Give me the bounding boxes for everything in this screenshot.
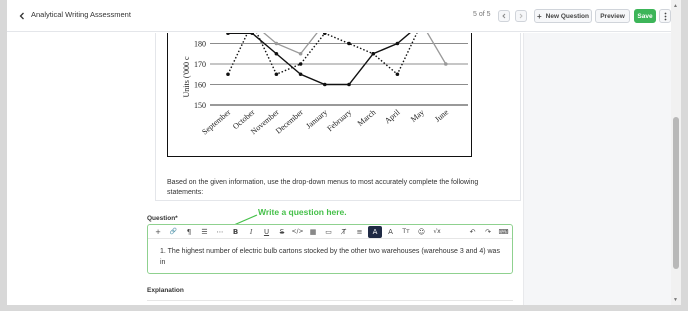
x-tick-label: February [325,108,353,133]
series-1-point [298,62,303,66]
plus-icon: + [536,11,542,21]
question-editor[interactable]: + 🔗 ¶ ☰ ⋯ B I U S </> ▦ ▭ T̸ ≡ A A Tт ☺ √x ↶ ↷ ⌨ 1. The highe… [147,224,513,274]
emoji-icon[interactable]: ☺ [415,226,429,238]
series-0-point [226,33,230,36]
series-line-2 [262,33,447,65]
series-0-point [347,82,351,87]
annotation-text: Write a question here. [258,207,347,217]
series-1-point [323,33,327,36]
series-2-point [274,41,279,46]
align-icon[interactable]: ≡ [353,226,367,238]
math-icon[interactable]: √x [430,226,444,238]
question-text[interactable]: 1. The highest number of electric bulb c… [160,246,500,268]
strikethrough-icon[interactable]: S [275,226,289,238]
new-question-label: New Question [545,12,589,20]
table-icon[interactable]: ▦ [306,226,320,238]
paragraph-icon[interactable]: ¶ [182,226,196,238]
more-options-button[interactable] [659,9,671,23]
clear-format-icon[interactable]: T̸ [337,226,351,238]
undo-icon[interactable]: ↶ [466,226,480,238]
series-1-point [395,72,400,77]
series-0-point [323,82,327,87]
x-tick-label: April [383,107,402,125]
x-tick-label: September [200,107,232,136]
series-line-0 [228,33,411,86]
preview-button[interactable]: Preview [595,9,630,23]
page-title: Analytical Writing Assessment [31,10,131,19]
chevron-left-icon [502,13,506,19]
x-tick-label: May [409,108,426,124]
new-question-button[interactable]: + New Question [534,9,592,23]
y-tick-label: 150 [194,101,206,110]
y-tick-label: 170 [194,60,206,69]
highlight-icon[interactable]: A [368,225,382,238]
series-1-point [226,72,230,77]
redo-icon[interactable]: ↷ [481,226,495,238]
underline-icon[interactable]: U [260,226,274,238]
link-icon[interactable]: 🔗 [167,226,181,238]
chart: Units ('000 c 150 160 170 180 September Octo… [167,33,472,157]
italic-icon[interactable]: I [244,226,258,238]
save-button[interactable]: Save [634,9,656,23]
chevron-right-icon [519,13,523,19]
back-button[interactable] [16,10,28,22]
prev-button[interactable] [498,10,510,22]
keyboard-icon[interactable]: ⌨ [497,226,511,238]
list-icon[interactable]: ☰ [198,226,212,238]
series-1-point [347,41,351,46]
stimulus-description: Based on the given information, use the … [167,179,479,196]
vertical-dots-icon [664,12,666,20]
plus-icon[interactable]: + [151,226,165,238]
scrollbar[interactable]: ▲ ▼ [671,0,681,305]
series-2-point [298,51,303,56]
scroll-up-icon[interactable]: ▲ [673,3,678,9]
scroll-down-icon[interactable]: ▼ [673,297,678,303]
font-color-icon[interactable]: A [384,226,398,238]
x-tick-label: March [356,108,378,128]
x-tick-label: June [433,107,450,124]
series-0-point [298,72,303,77]
chevron-left-icon [19,12,24,20]
bold-icon[interactable]: B [229,226,243,238]
embed-icon[interactable]: ▭ [322,226,336,238]
series-1-point [274,72,279,77]
series-0-point [274,51,279,56]
explanation-field-border [147,300,513,301]
series-1-point [371,51,375,56]
main-content: Units ('000 c 150 160 170 180 September Octo… [7,33,523,305]
question-counter: 5 of 5 [473,11,491,18]
x-tick-label: December [274,107,305,135]
series-2-point [444,62,448,66]
series-0-point [395,41,400,46]
scroll-thumb[interactable] [673,117,679,269]
next-button[interactable] [515,10,527,22]
right-panel [523,33,671,305]
series-line-1 [227,33,418,76]
question-label: Question* [147,215,178,222]
text-size-icon[interactable]: Tт [399,226,413,238]
y-tick-label: 160 [194,81,206,90]
y-axis-label: Units ('000 c [182,56,191,97]
top-bar: Analytical Writing Assessment 5 of 5 + N… [7,0,681,32]
line-chart: Units ('000 c 150160170180 SeptemberOcto… [182,33,468,137]
editor-toolbar: + 🔗 ¶ ☰ ⋯ B I U S </> ▦ ▭ T̸ ≡ A A Tт ☺ √x ↶ ↷ ⌨ [148,225,512,239]
explanation-label: Explanation [147,287,184,294]
code-icon[interactable]: </> [291,226,305,238]
stimulus-card: Units ('000 c 150 160 170 180 September Octo… [155,33,521,201]
y-tick-label: 180 [194,40,206,49]
more-icon[interactable]: ⋯ [213,226,227,238]
